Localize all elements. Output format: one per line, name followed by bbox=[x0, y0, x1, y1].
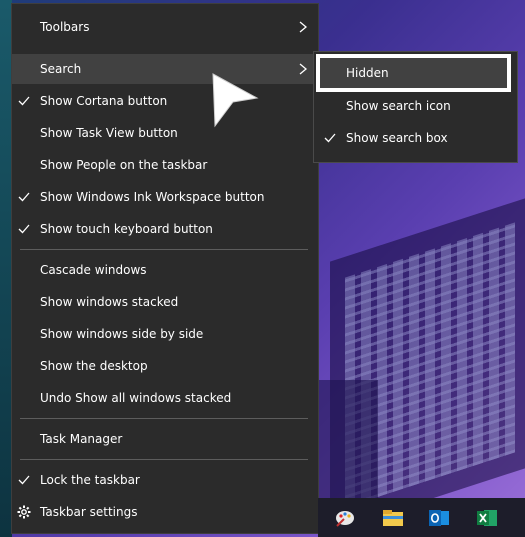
submenu-item-hidden[interactable]: Hidden bbox=[314, 58, 517, 90]
taskbar bbox=[318, 498, 525, 537]
checkmark-icon bbox=[324, 133, 336, 143]
menu-item-label: Toolbars bbox=[40, 20, 90, 34]
menu-item-label: Task Manager bbox=[40, 432, 123, 446]
menu-item-label: Show Cortana button bbox=[40, 94, 168, 108]
chevron-right-icon bbox=[299, 21, 308, 33]
menu-item-label: Show People on the taskbar bbox=[40, 158, 208, 172]
submenu-item-label: Hidden bbox=[346, 66, 389, 80]
checkmark-icon bbox=[18, 475, 30, 485]
menu-item-task-manager[interactable]: Task Manager bbox=[12, 424, 318, 454]
menu-separator bbox=[20, 459, 308, 460]
menu-item-search[interactable]: Search bbox=[12, 54, 318, 84]
excel-icon[interactable] bbox=[476, 508, 498, 528]
menu-item-lock-taskbar[interactable]: Lock the taskbar bbox=[12, 465, 318, 495]
submenu-item-show-search-icon[interactable]: Show search icon bbox=[314, 91, 517, 123]
submenu-item-label: Show search box bbox=[346, 131, 448, 145]
menu-item-label: Show windows side by side bbox=[40, 327, 204, 341]
file-explorer-icon[interactable] bbox=[382, 508, 404, 528]
checkmark-icon bbox=[18, 96, 30, 106]
outlook-icon[interactable] bbox=[428, 508, 450, 528]
menu-item-label: Show Task View button bbox=[40, 126, 178, 140]
menu-item-show-windows-side-by-side[interactable]: Show windows side by side bbox=[12, 319, 318, 349]
checkmark-icon bbox=[18, 192, 30, 202]
checkmark-icon bbox=[18, 224, 30, 234]
menu-item-show-ink-workspace[interactable]: Show Windows Ink Workspace button bbox=[12, 182, 318, 212]
menu-item-toolbars[interactable]: Toolbars bbox=[12, 12, 318, 42]
submenu-item-show-search-box[interactable]: Show search box bbox=[314, 123, 517, 155]
menu-separator bbox=[20, 418, 308, 419]
menu-item-label: Undo Show all windows stacked bbox=[40, 391, 232, 405]
menu-item-show-task-view[interactable]: Show Task View button bbox=[12, 118, 318, 148]
submenu-item-label: Show search icon bbox=[346, 99, 451, 113]
menu-item-label: Show the desktop bbox=[40, 359, 148, 373]
menu-item-show-cortana[interactable]: Show Cortana button bbox=[12, 86, 318, 116]
mouse-cursor-icon bbox=[212, 73, 259, 128]
menu-item-show-windows-stacked[interactable]: Show windows stacked bbox=[12, 287, 318, 317]
menu-item-label: Lock the taskbar bbox=[40, 473, 140, 487]
desktop-background-edge bbox=[0, 0, 12, 537]
taskbar-context-menu: Toolbars Search Show Cortana button Show… bbox=[12, 4, 318, 533]
menu-item-undo-stacked[interactable]: Undo Show all windows stacked bbox=[12, 383, 318, 413]
menu-item-label: Search bbox=[40, 62, 82, 76]
menu-item-label: Taskbar settings bbox=[40, 505, 138, 519]
search-submenu: Hidden Show search icon Show search box bbox=[314, 52, 517, 162]
menu-item-taskbar-settings[interactable]: Taskbar settings bbox=[12, 497, 318, 527]
menu-item-label: Cascade windows bbox=[40, 263, 147, 277]
paint-icon[interactable] bbox=[334, 508, 356, 528]
gear-icon bbox=[17, 505, 31, 519]
chevron-right-icon bbox=[299, 63, 308, 75]
menu-item-label: Show touch keyboard button bbox=[40, 222, 213, 236]
menu-item-label: Show windows stacked bbox=[40, 295, 179, 309]
menu-item-label: Show Windows Ink Workspace button bbox=[40, 190, 265, 204]
menu-item-show-touch-keyboard[interactable]: Show touch keyboard button bbox=[12, 214, 318, 244]
menu-separator bbox=[20, 249, 308, 250]
menu-item-cascade-windows[interactable]: Cascade windows bbox=[12, 255, 318, 285]
menu-item-show-people[interactable]: Show People on the taskbar bbox=[12, 150, 318, 180]
menu-item-show-desktop[interactable]: Show the desktop bbox=[12, 351, 318, 381]
